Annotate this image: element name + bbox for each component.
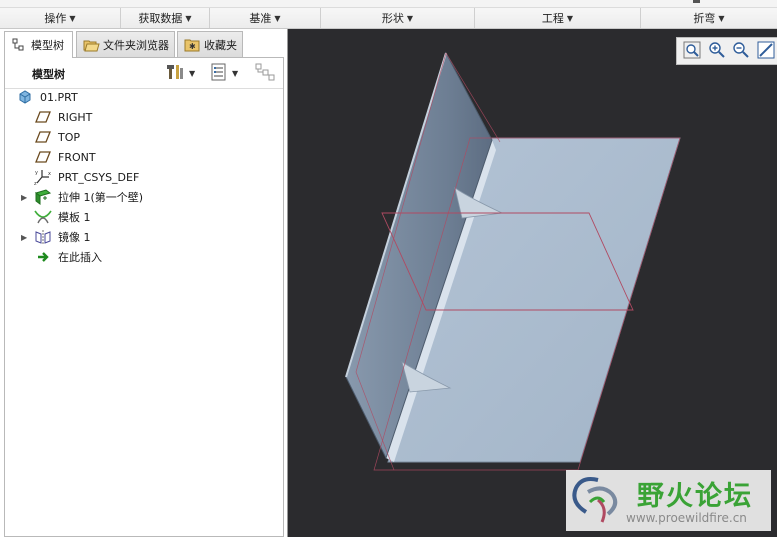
filter-icon xyxy=(255,63,275,84)
tree-node-label: TOP xyxy=(58,130,81,144)
ribbon-group-bar: 操作 ▼ 获取数据 ▼ 基准 ▼ 形状 ▼ 工程 ▼ 折弯 ▼ xyxy=(0,0,777,29)
ribbon-group-get-data[interactable]: 获取数据 ▼ xyxy=(121,8,210,28)
expand-arrow-icon[interactable]: ▶ xyxy=(21,233,29,242)
tab-label: 模型树 xyxy=(31,39,64,52)
form-icon xyxy=(34,209,52,225)
filter-button[interactable] xyxy=(255,63,275,83)
ribbon-group-label: 工程 xyxy=(541,12,564,25)
datum-plane-icon xyxy=(34,149,52,165)
zoom-out-button[interactable] xyxy=(731,40,753,62)
insert-here-arrow-icon xyxy=(34,249,52,265)
tree-node-label: FRONT xyxy=(58,150,96,164)
datum-plane-icon xyxy=(34,129,52,145)
ribbon-group-label: 操作 xyxy=(44,12,67,25)
tree-node-label: 01.PRT xyxy=(40,90,78,104)
model-tree-toolbar: 模型树 ▼ ▼ xyxy=(5,58,283,89)
zoom-out-icon xyxy=(732,41,750,62)
sheetmetal-model[interactable] xyxy=(288,29,777,537)
show-columns-button[interactable]: ▼ xyxy=(210,63,238,83)
zoom-to-fit-icon xyxy=(683,41,701,62)
tree-node-right[interactable]: RIGHT xyxy=(34,108,92,126)
part-icon xyxy=(16,89,34,105)
navigator-panel: 模型树 文件夹浏览器 ✱ 收藏夹 模型树 ▼ ▼ 01.PRT RIGHT TO… xyxy=(0,29,288,537)
folder-browser-icon xyxy=(83,37,100,53)
tree-node-form[interactable]: 模板 1 xyxy=(34,208,91,226)
ribbon-handle[interactable] xyxy=(693,0,700,3)
chevron-down-icon: ▼ xyxy=(189,68,196,78)
ribbon-group-operations[interactable]: 操作 ▼ xyxy=(0,8,121,28)
settings-tools-button[interactable]: ▼ xyxy=(167,63,195,83)
chevron-down-icon: ▼ xyxy=(69,13,76,23)
tab-model-tree[interactable]: 模型树 xyxy=(4,31,73,58)
ribbon-group-engineering[interactable]: 工程 ▼ xyxy=(475,8,641,28)
view-toolbar xyxy=(676,37,777,65)
show-columns-icon xyxy=(210,63,228,84)
expand-arrow-icon[interactable]: ▶ xyxy=(21,193,29,202)
ribbon-collapsed-strip xyxy=(0,0,777,8)
mirror-icon xyxy=(34,229,52,245)
tab-favorites[interactable]: ✱ 收藏夹 xyxy=(177,31,243,57)
favorites-icon: ✱ xyxy=(184,37,200,53)
repaint-icon xyxy=(757,41,775,62)
ribbon-group-label: 折弯 xyxy=(693,12,716,25)
graphics-viewport[interactable] xyxy=(288,29,777,537)
ribbon-group-label: 获取数据 xyxy=(138,12,183,25)
ribbon-group-label: 形状 xyxy=(381,12,404,25)
model-tree-title: 模型树 xyxy=(32,68,65,81)
ribbon-group-shapes[interactable]: 形状 ▼ xyxy=(321,8,475,28)
settings-tools-icon xyxy=(167,63,185,84)
tree-node-part[interactable]: 01.PRT xyxy=(16,88,78,106)
tree-node-label: 拉伸 1(第一个壁) xyxy=(58,191,144,204)
tab-label: 文件夹浏览器 xyxy=(103,38,169,52)
watermark-url: www.proewildfire.cn xyxy=(626,511,747,525)
model-tree-icon xyxy=(11,37,27,53)
tree-node-extrude[interactable]: ▶ 拉伸 1(第一个壁) xyxy=(21,188,144,206)
coordinate-system-icon: y x z xyxy=(34,169,52,186)
zoom-in-button[interactable] xyxy=(706,40,728,62)
ribbon-group-label: 基准 xyxy=(249,12,272,25)
svg-text:x: x xyxy=(48,171,51,177)
zoom-in-icon xyxy=(708,41,726,62)
extrude-wall-icon xyxy=(34,189,52,205)
tree-node-mirror[interactable]: ▶ 镜像 1 xyxy=(21,228,91,246)
svg-text:z: z xyxy=(34,181,37,186)
svg-text:✱: ✱ xyxy=(189,42,196,51)
tab-folder-browser[interactable]: 文件夹浏览器 xyxy=(76,31,175,57)
svg-text:y: y xyxy=(35,170,38,176)
ribbon-group-datum[interactable]: 基准 ▼ xyxy=(210,8,321,28)
forum-logo xyxy=(572,477,618,523)
tree-node-label: 在此插入 xyxy=(58,251,102,264)
tree-node-label: 模板 1 xyxy=(58,211,91,224)
tree-node-top[interactable]: TOP xyxy=(34,128,80,146)
tree-node-label: 镜像 1 xyxy=(58,231,91,244)
tree-node-label: PRT_CSYS_DEF xyxy=(58,170,140,184)
tree-node-front[interactable]: FRONT xyxy=(34,148,96,166)
chevron-down-icon: ▼ xyxy=(718,13,725,23)
zoom-to-fit-button[interactable] xyxy=(681,40,703,62)
chevron-down-icon: ▼ xyxy=(406,13,414,23)
chevron-down-icon: ▼ xyxy=(232,68,239,78)
tree-node-csys[interactable]: y x z PRT_CSYS_DEF xyxy=(34,168,139,186)
ribbon-group-bend[interactable]: 折弯 ▼ xyxy=(641,8,777,28)
datum-plane-icon xyxy=(34,109,52,125)
repaint-button[interactable] xyxy=(755,40,777,62)
tab-label: 收藏夹 xyxy=(204,38,237,52)
tree-node-label: RIGHT xyxy=(58,110,93,124)
tree-node-insert-here[interactable]: 在此插入 xyxy=(34,248,102,266)
navigator-tabs: 模型树 文件夹浏览器 ✱ 收藏夹 xyxy=(4,31,284,58)
chevron-down-icon: ▼ xyxy=(566,13,574,23)
watermark-title: 野火论坛 xyxy=(637,481,753,512)
forum-watermark: 野火论坛 www.proewildfire.cn xyxy=(566,470,771,531)
chevron-down-icon: ▼ xyxy=(185,13,192,23)
chevron-down-icon: ▼ xyxy=(274,13,281,23)
